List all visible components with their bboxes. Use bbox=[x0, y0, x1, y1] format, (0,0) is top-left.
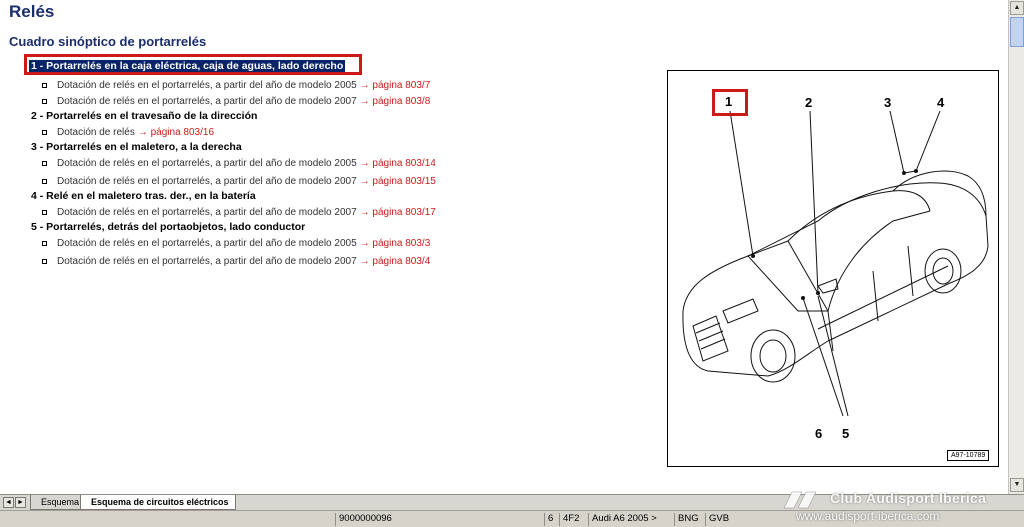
bullet-icon bbox=[42, 83, 47, 88]
page-link[interactable]: → página 803/4 bbox=[360, 256, 431, 267]
status-model: Audi A6 2005 > bbox=[588, 513, 674, 526]
page-link[interactable]: → página 803/7 bbox=[360, 80, 431, 91]
list-item[interactable]: Dotación de relés en el portarrelés, a p… bbox=[42, 96, 430, 107]
club-logo-icon bbox=[783, 491, 817, 509]
scroll-thumb[interactable] bbox=[1010, 17, 1024, 47]
tab-esquema-circuitos[interactable]: Esquema de circuitos eléctricos bbox=[80, 495, 236, 510]
vertical-scrollbar[interactable]: ▲ ▼ bbox=[1008, 0, 1024, 494]
entry-heading-1[interactable]: 1 - Portarrelés en la caja eléctrica, ca… bbox=[29, 60, 346, 72]
page-link[interactable]: → página 803/14 bbox=[360, 158, 436, 169]
item-text: Dotación de relés en el portarrelés, a p… bbox=[57, 176, 357, 187]
callout-label: 5 bbox=[842, 426, 850, 441]
item-text: Dotación de relés en el portarrelés, a p… bbox=[57, 96, 357, 107]
list-item[interactable]: Dotación de relés en el portarrelés, a p… bbox=[42, 238, 430, 249]
entry-heading-3[interactable]: 3 - Portarrelés en el maletero, a la der… bbox=[31, 141, 242, 153]
car-diagram-figure bbox=[667, 70, 999, 467]
item-text: Dotación de relés en el portarrelés, a p… bbox=[57, 207, 357, 218]
scroll-up-icon[interactable]: ▲ bbox=[1010, 1, 1024, 15]
callout-label: 3 bbox=[884, 95, 892, 110]
list-item[interactable]: Dotación de relés en el portarrelés, a p… bbox=[42, 256, 430, 267]
watermark: Club Audisport Iberica www.audisport-ibe… bbox=[780, 488, 1020, 527]
list-item[interactable]: Dotación de relés en el portarrelés, a p… bbox=[42, 176, 436, 187]
item-text: Dotación de relés bbox=[57, 127, 135, 138]
status-field: 4F2 bbox=[559, 513, 588, 526]
list-item[interactable]: Dotación de relés en el portarrelés, a p… bbox=[42, 80, 430, 91]
page-link[interactable]: → página 803/16 bbox=[138, 127, 214, 138]
page-link[interactable]: → página 803/17 bbox=[360, 207, 436, 218]
item-text: Dotación de relés en el portarrelés, a p… bbox=[57, 238, 357, 249]
bullet-icon bbox=[42, 99, 47, 104]
figure-id: A97-10789 bbox=[947, 450, 990, 461]
bullet-icon bbox=[42, 161, 47, 166]
bullet-icon bbox=[42, 259, 47, 264]
item-text: Dotación de relés en el portarrelés, a p… bbox=[57, 158, 357, 169]
entry-heading-5[interactable]: 5 - Portarrelés, detrás del portaobjetos… bbox=[31, 221, 305, 233]
document-view: Relés Cuadro sinóptico de portarrelés 1 … bbox=[0, 0, 1008, 494]
page-link[interactable]: → página 803/8 bbox=[360, 96, 431, 107]
entry-heading-4[interactable]: 4 - Relé en el maletero tras. der., en l… bbox=[31, 190, 256, 202]
bullet-icon bbox=[42, 241, 47, 246]
list-item[interactable]: Dotación de relés en el portarrelés, a p… bbox=[42, 158, 436, 169]
status-doc-number: 9000000096 bbox=[335, 513, 544, 526]
callout-label: 2 bbox=[805, 95, 813, 110]
tab-prev-icon[interactable]: ◄ bbox=[3, 497, 14, 508]
list-item[interactable]: Dotación de relés → página 803/16 bbox=[42, 127, 214, 138]
status-field: GVB bbox=[705, 513, 735, 526]
page-title: Relés bbox=[9, 2, 55, 21]
status-field: 6 bbox=[544, 513, 559, 526]
entry-heading-2[interactable]: 2 - Portarrelés en el travesaño de la di… bbox=[31, 110, 257, 122]
watermark-url: www.audisport-iberica.com bbox=[796, 509, 940, 523]
car-illustration bbox=[682, 110, 989, 417]
section-title: Cuadro sinóptico de portarrelés bbox=[9, 34, 207, 49]
watermark-title: Club Audisport Iberica bbox=[830, 490, 987, 506]
bullet-icon bbox=[42, 130, 47, 135]
status-field: BNG bbox=[674, 513, 705, 526]
page-link[interactable]: → página 803/15 bbox=[360, 176, 436, 187]
callout-label: 1 bbox=[725, 94, 733, 109]
tab-esquema[interactable]: Esquema bbox=[30, 495, 87, 510]
callout-label: 6 bbox=[815, 426, 823, 441]
page-link[interactable]: → página 803/3 bbox=[360, 238, 431, 249]
bullet-icon bbox=[42, 210, 47, 215]
list-item[interactable]: Dotación de relés en el portarrelés, a p… bbox=[42, 207, 436, 218]
item-text: Dotación de relés en el portarrelés, a p… bbox=[57, 256, 357, 267]
item-text: Dotación de relés en el portarrelés, a p… bbox=[57, 80, 357, 91]
callout-label: 4 bbox=[937, 95, 945, 110]
bullet-icon bbox=[42, 179, 47, 184]
tab-next-icon[interactable]: ► bbox=[15, 497, 26, 508]
